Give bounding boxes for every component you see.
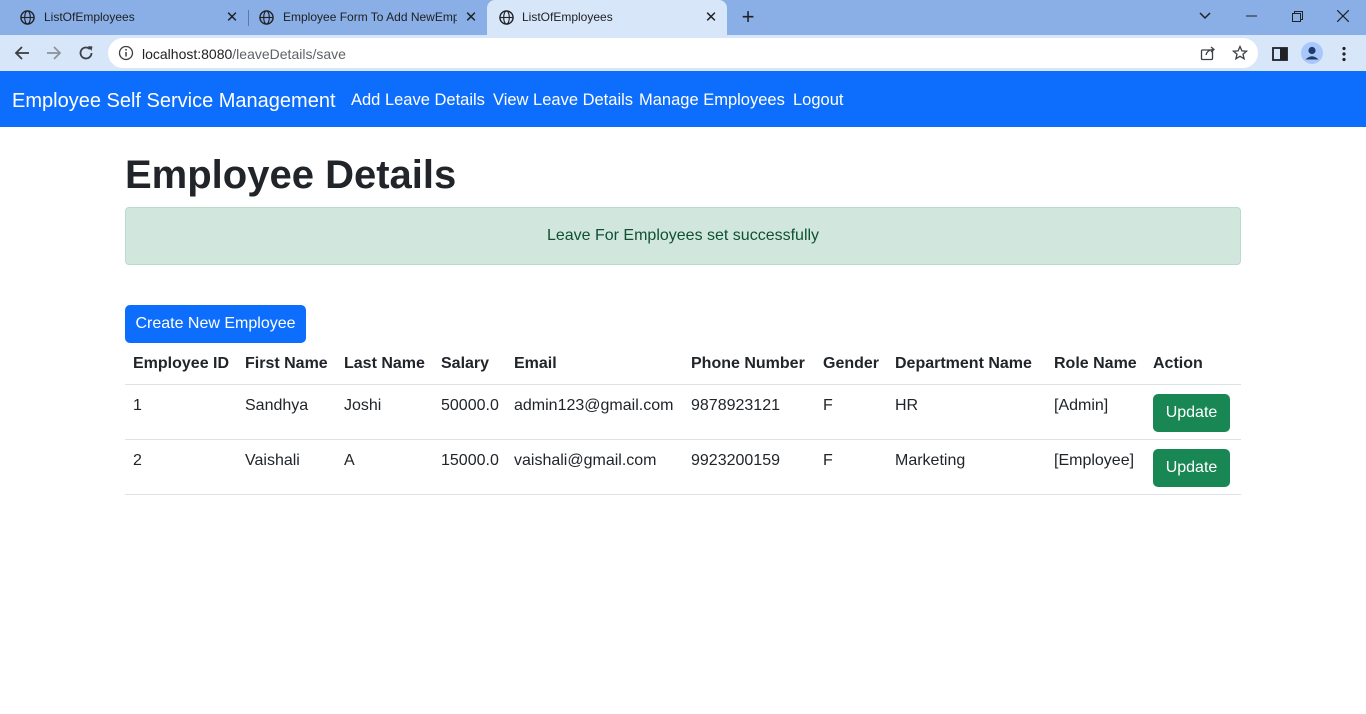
browser-tabstrip: ListOfEmployees ✕ Employee Form To Add N… xyxy=(0,0,1366,35)
cell-gender: F xyxy=(815,384,887,440)
share-icon[interactable] xyxy=(1200,45,1216,61)
cell-department-name: HR xyxy=(887,384,1046,440)
cell-phone-number: 9923200159 xyxy=(683,439,815,495)
tab-title: Employee Form To Add NewEmp xyxy=(283,10,457,24)
cell-email: admin123@gmail.com xyxy=(506,384,683,440)
cell-salary: 50000.0 xyxy=(433,384,506,440)
url-text: localhost:8080/leaveDetails/save xyxy=(142,46,346,62)
close-icon[interactable]: ✕ xyxy=(703,9,719,26)
nav-manage-employees[interactable]: Manage Employees xyxy=(639,91,785,110)
cell-last-name: Joshi xyxy=(336,384,433,440)
table-row: 2 Vaishali A 15000.0 vaishali@gmail.com … xyxy=(125,439,1241,495)
header-gender: Gender xyxy=(815,345,887,385)
header-department-name: Department Name xyxy=(887,345,1046,385)
close-icon[interactable]: ✕ xyxy=(463,9,479,26)
cell-salary: 15000.0 xyxy=(433,439,506,495)
tab-search-chevron-icon[interactable] xyxy=(1182,0,1228,32)
new-tab-button[interactable]: + xyxy=(736,6,760,30)
cell-employee-id: 1 xyxy=(125,384,237,440)
globe-icon xyxy=(20,10,35,25)
header-phone-number: Phone Number xyxy=(683,345,815,385)
cell-email: vaishali@gmail.com xyxy=(506,439,683,495)
tab-title: ListOfEmployees xyxy=(522,10,613,24)
tab-title: ListOfEmployees xyxy=(44,10,135,24)
header-employee-id: Employee ID xyxy=(125,345,237,385)
close-icon[interactable]: ✕ xyxy=(224,9,240,26)
reload-icon[interactable] xyxy=(72,39,100,67)
cell-department-name: Marketing xyxy=(887,439,1046,495)
header-email: Email xyxy=(506,345,683,385)
create-new-employee-button[interactable]: Create New Employee xyxy=(125,305,306,343)
header-last-name: Last Name xyxy=(336,345,433,385)
back-arrow-icon[interactable] xyxy=(8,39,36,67)
browser-toolbar: localhost:8080/leaveDetails/save xyxy=(0,35,1366,71)
success-alert: Leave For Employees set successfully xyxy=(125,207,1241,265)
header-salary: Salary xyxy=(433,345,506,385)
navbar-brand[interactable]: Employee Self Service Management xyxy=(12,90,336,113)
browser-tab-2[interactable]: Employee Form To Add NewEmp ✕ xyxy=(239,0,487,35)
kebab-menu-icon[interactable] xyxy=(1334,44,1354,64)
nav-logout[interactable]: Logout xyxy=(793,91,843,110)
minimize-icon[interactable] xyxy=(1228,0,1274,32)
cell-first-name: Sandhya xyxy=(237,384,336,440)
globe-icon xyxy=(259,10,274,25)
update-button[interactable]: Update xyxy=(1153,448,1230,487)
url-host: localhost:8080 xyxy=(142,46,233,62)
alert-message: Leave For Employees set successfully xyxy=(546,227,820,244)
page-title: Employee Details xyxy=(125,153,457,197)
cell-gender: F xyxy=(815,439,887,495)
bookmark-star-icon[interactable] xyxy=(1232,45,1248,61)
globe-icon xyxy=(499,10,514,25)
header-role-name: Role Name xyxy=(1046,345,1145,385)
profile-avatar-icon[interactable] xyxy=(1301,42,1323,64)
cell-employee-id: 2 xyxy=(125,439,237,495)
restore-icon[interactable] xyxy=(1274,0,1320,32)
forward-arrow-icon[interactable] xyxy=(40,39,68,67)
address-bar[interactable]: localhost:8080/leaveDetails/save xyxy=(108,38,1258,68)
cell-last-name: A xyxy=(336,439,433,495)
app-navbar: Employee Self Service Management Add Lea… xyxy=(0,71,1366,127)
cell-role-name: [Admin] xyxy=(1046,384,1145,440)
cell-first-name: Vaishali xyxy=(237,439,336,495)
cell-phone-number: 9878923121 xyxy=(683,384,815,440)
cell-role-name: [Employee] xyxy=(1046,439,1145,495)
cell-action: Update xyxy=(1145,439,1241,495)
side-panel-icon[interactable] xyxy=(1270,44,1290,64)
cell-action: Update xyxy=(1145,384,1241,440)
url-path: /leaveDetails/save xyxy=(232,46,346,62)
nav-add-leave-details[interactable]: Add Leave Details xyxy=(351,91,485,110)
nav-view-leave-details[interactable]: View Leave Details xyxy=(493,91,633,110)
site-info-icon[interactable] xyxy=(118,45,134,61)
close-window-icon[interactable] xyxy=(1320,0,1366,32)
browser-tab-3-active[interactable]: ListOfEmployees ✕ xyxy=(487,0,727,35)
browser-tab-1[interactable]: ListOfEmployees ✕ xyxy=(0,0,248,35)
header-first-name: First Name xyxy=(237,345,336,385)
employee-table: Employee ID First Name Last Name Salary … xyxy=(125,345,1241,495)
update-button[interactable]: Update xyxy=(1153,393,1230,432)
table-row: 1 Sandhya Joshi 50000.0 admin123@gmail.c… xyxy=(125,384,1241,440)
header-action: Action xyxy=(1145,345,1241,385)
table-header-row: Employee ID First Name Last Name Salary … xyxy=(125,345,1241,385)
